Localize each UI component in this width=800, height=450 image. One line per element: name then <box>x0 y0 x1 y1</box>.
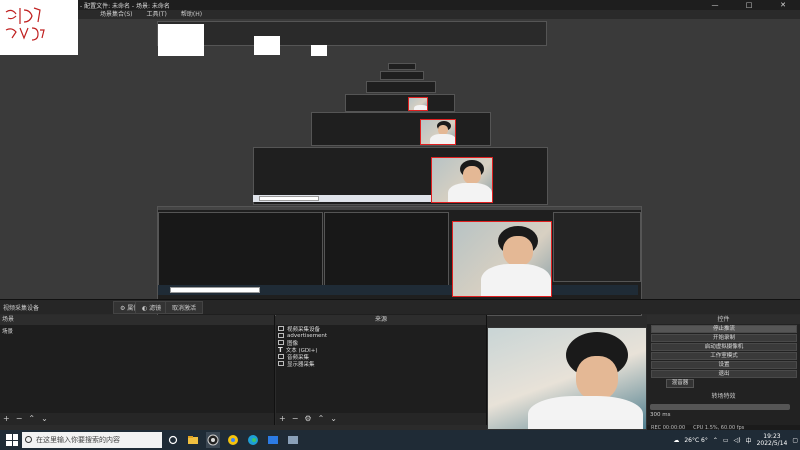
menu-help[interactable]: 帮助(H) <box>181 10 202 19</box>
app-icon[interactable] <box>266 432 280 448</box>
nested-window-5 <box>366 81 436 93</box>
clock-date: 2022/5/14 <box>756 440 788 447</box>
list-item[interactable]: 场景 <box>2 327 272 335</box>
task-view-icon[interactable] <box>166 432 180 448</box>
nested-scenes-panel <box>158 212 323 287</box>
list-item[interactable]: 视频采集设备 <box>278 325 320 333</box>
webcam-frame-1[interactable] <box>452 221 552 297</box>
source-toolbar: 视频采集设备 ⚙ 属性 ◐ 滤镜 取消激活 <box>0 299 800 314</box>
sources-dock-title: 来源 <box>374 316 387 323</box>
logo-sticker <box>0 0 78 55</box>
menu-bar: 场景集合(S) 工具(T) 帮助(H) <box>78 10 800 19</box>
webcam-frame-2 <box>431 157 493 203</box>
webcam-frame-3 <box>420 119 456 145</box>
transition-duration[interactable]: 300 ms <box>650 412 670 418</box>
sources-toolbar: + − ⚙ ⌃ ⌄ <box>276 413 486 425</box>
system-tray: ☁ 26°C 6° ⌃ ▭ ◁) 中 19:23 2022/5/14 ▢ <box>673 430 798 450</box>
nested-logo-3 <box>311 45 327 56</box>
app-icon-2[interactable] <box>286 432 300 448</box>
start-virtual-camera-button[interactable]: 启动虚拟摄像机 <box>651 343 797 351</box>
title-bar: - 配置文件: 未命名 - 场景: 未命名 — □ ✕ <box>0 0 800 10</box>
monitor-icon <box>278 361 284 366</box>
scenes-dock: 场景 场景 + − ⌃ ⌄ <box>0 315 275 425</box>
preview-canvas[interactable] <box>0 19 800 316</box>
file-explorer-icon[interactable] <box>186 432 200 448</box>
chevron-up-icon[interactable]: ⌃ <box>713 437 718 444</box>
move-up-icon[interactable]: ⌃ <box>28 413 35 425</box>
gear-icon[interactable]: ⚙ <box>304 413 311 425</box>
window-title: - 配置文件: 未命名 - 场景: 未命名 <box>80 3 170 10</box>
list-item[interactable]: 显示器采集 <box>278 360 315 368</box>
taskbar-clock[interactable]: 19:23 2022/5/14 <box>757 433 788 447</box>
filters-button[interactable]: ◐ 滤镜 <box>135 300 169 314</box>
move-up-icon[interactable]: ⌃ <box>318 413 325 425</box>
nested-taskbar <box>158 285 638 295</box>
taskbar-apps <box>166 432 300 448</box>
move-down-icon[interactable]: ⌄ <box>330 413 337 425</box>
maximize-button[interactable]: □ <box>732 0 766 10</box>
remove-scene-button[interactable]: − <box>16 413 23 425</box>
controls-dock-title: 控件 <box>647 315 800 324</box>
nested-controls-panel <box>553 212 641 282</box>
scenes-dock-header: 场景 <box>0 315 274 325</box>
sources-dock: 来源 视频采集设备 advertisement 图像 T 文本 (GDI+) 音频… <box>276 315 487 425</box>
window-controls: — □ ✕ <box>698 0 800 10</box>
network-icon[interactable]: ▭ <box>723 437 729 444</box>
exit-button[interactable]: 退出 <box>651 370 797 378</box>
weather-icon[interactable]: ☁ <box>673 437 679 444</box>
image-icon <box>278 333 284 338</box>
nested-sources-panel <box>324 212 449 287</box>
scenes-dock-title: 场景 <box>2 316 15 323</box>
settings-button[interactable]: 设置 <box>651 361 797 369</box>
minimize-button[interactable]: — <box>698 0 732 10</box>
search-icon <box>25 436 32 443</box>
image-icon <box>278 340 284 345</box>
studio-mode-button[interactable]: 工作室模式 <box>651 352 797 360</box>
move-down-icon[interactable]: ⌄ <box>41 413 48 425</box>
windows-taskbar: 在这里输入你要搜索的内容 ☁ 26°C 6° ⌃ ▭ ◁) 中 19:23 20… <box>0 430 800 450</box>
transitions-header: 转场特效 <box>711 393 736 400</box>
close-button[interactable]: ✕ <box>766 0 800 10</box>
tab-audio-mixer[interactable]: 混音器 <box>666 379 694 388</box>
sources-dock-header: 来源 <box>276 315 486 325</box>
scenes-toolbar: + − ⌃ ⌄ <box>0 413 274 425</box>
webcam-preview-large <box>487 327 647 430</box>
nested-logo-1 <box>158 24 204 56</box>
volume-icon[interactable]: ◁) <box>734 437 741 444</box>
selected-source-label: 视频采集设备 <box>3 304 40 312</box>
chrome-icon[interactable] <box>226 432 240 448</box>
nested-top-strip <box>157 21 547 46</box>
audio-icon <box>278 354 284 359</box>
camera-icon <box>278 326 284 331</box>
transition-slider[interactable] <box>650 404 790 410</box>
edge-icon[interactable] <box>246 432 260 448</box>
nested-window-6 <box>380 71 424 80</box>
menu-scene-collection[interactable]: 场景集合(S) <box>100 10 133 19</box>
nested-logo-2 <box>254 36 280 55</box>
weather-text[interactable]: 26°C 6° <box>684 437 708 444</box>
taskbar-search-box[interactable]: 在这里输入你要搜索的内容 <box>22 432 162 448</box>
obs-icon[interactable] <box>206 432 220 448</box>
add-source-button[interactable]: + <box>279 413 286 425</box>
deactivate-button[interactable]: 取消激活 <box>165 300 204 314</box>
nested-window-3 <box>311 112 491 146</box>
remove-source-button[interactable]: − <box>292 413 299 425</box>
webcam-frame-4 <box>408 97 428 111</box>
nested-window-4 <box>345 94 455 112</box>
clock-time: 19:23 <box>763 433 781 440</box>
add-scene-button[interactable]: + <box>3 413 10 425</box>
list-item[interactable]: advertisement <box>278 332 327 339</box>
stop-streaming-button[interactable]: 停止推流 <box>651 325 797 333</box>
windows-start-icon[interactable] <box>6 434 18 446</box>
start-recording-button[interactable]: 开始录制 <box>651 334 797 342</box>
ime-indicator[interactable]: 中 <box>746 436 752 445</box>
nested-window-7 <box>388 63 416 70</box>
menu-tools[interactable]: 工具(T) <box>147 10 167 19</box>
handwritten-logo-icon <box>5 7 45 41</box>
notification-icon[interactable]: ▢ <box>792 437 798 444</box>
